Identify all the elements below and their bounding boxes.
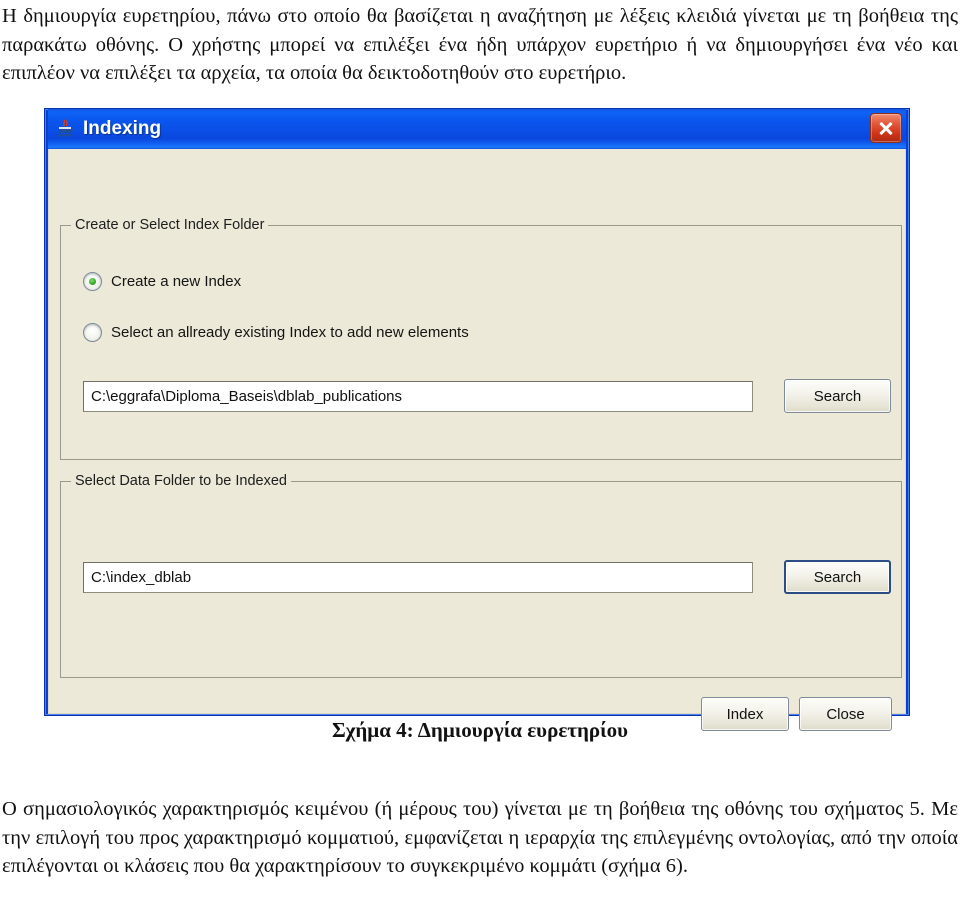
group-select-data-folder: Select Data Folder to be Indexed C:\inde… <box>60 473 902 678</box>
group-data-folder-title: Select Data Folder to be Indexed <box>71 473 291 489</box>
search-data-folder-button[interactable]: Search <box>784 560 891 594</box>
radio-create-a-new-index[interactable]: Create a new Index <box>83 272 241 291</box>
radio-mark-selected-icon <box>83 272 102 291</box>
figure-caption: Σχήμα 4: Δημιουργία ευρετηρίου <box>331 718 629 742</box>
radio-mark-unselected-icon <box>83 323 102 342</box>
group-create-or-select-index-folder: Create or Select Index Folder Create a n… <box>60 217 902 460</box>
java-coffee-cup-icon <box>54 118 76 140</box>
outro-paragraph: Ο σημασιολογικός χαρακτηρισμός κειμένου … <box>2 798 958 877</box>
intro-paragraph: Η δημιουργία ευρετηρίου, πάνω στο οποίο … <box>2 5 958 84</box>
radio-create-a-new-index-label: Create a new Index <box>111 273 242 290</box>
index-folder-path-input[interactable]: C:\eggrafa\Diploma_Baseis\dblab_publicat… <box>83 381 753 412</box>
indexing-dialog-window: Indexing Create or Select Index Folder C… <box>44 108 910 731</box>
radio-select-existing-index[interactable]: Select an allready existing Index to add… <box>83 323 469 342</box>
radio-select-existing-index-label: Select an allready existing Index to add… <box>111 324 469 341</box>
dialog-title: Indexing <box>83 118 162 139</box>
close-icon[interactable] <box>870 113 902 143</box>
search-index-folder-button[interactable]: Search <box>784 379 891 413</box>
dialog-client-area: Create or Select Index Folder Create a n… <box>48 149 906 731</box>
group-index-folder-title: Create or Select Index Folder <box>71 217 269 233</box>
dialog-titlebar[interactable]: Indexing <box>48 109 906 149</box>
data-folder-path-input[interactable]: C:\index_dblab <box>83 562 753 593</box>
